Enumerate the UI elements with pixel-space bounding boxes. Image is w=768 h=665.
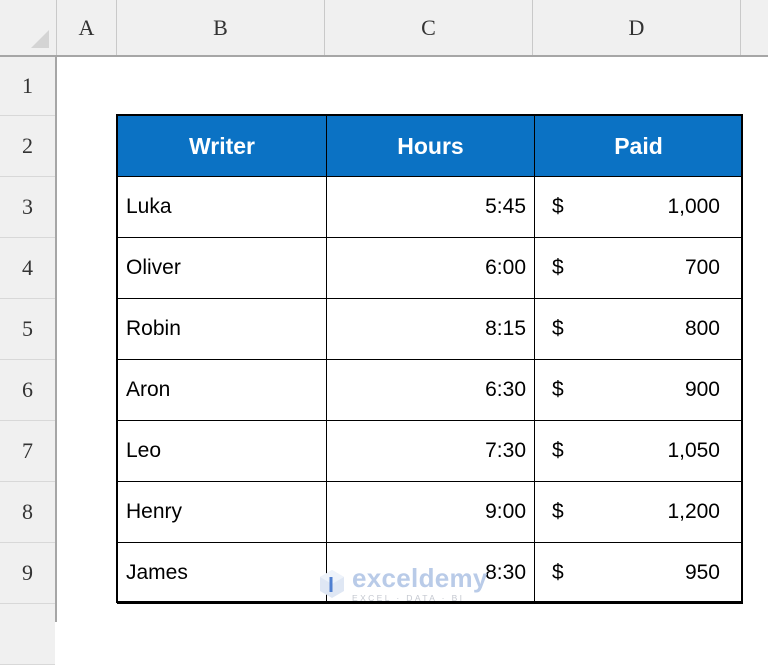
- row-header-10[interactable]: [0, 604, 55, 665]
- cell-paid[interactable]: $1,200: [534, 481, 743, 543]
- column-header-paid[interactable]: Paid: [534, 115, 743, 177]
- column-header-a[interactable]: A: [57, 0, 117, 55]
- cell-paid[interactable]: $1,050: [534, 420, 743, 482]
- row-header-6-label: 6: [22, 377, 33, 402]
- cell-paid[interactable]: $900: [534, 359, 743, 421]
- paid-amount: 950: [684, 561, 720, 584]
- cell-hours[interactable]: 7:30: [326, 420, 535, 482]
- currency-symbol: $: [552, 439, 564, 462]
- paid-value-wrapper: $700: [543, 239, 734, 298]
- row-header-2-label: 2: [22, 133, 33, 158]
- row-header-9[interactable]: 9: [0, 543, 55, 604]
- cell-hours[interactable]: 6:00: [326, 237, 535, 299]
- cell-paid[interactable]: $1,000: [534, 176, 743, 238]
- row-header-6[interactable]: 6: [0, 360, 55, 421]
- table-row: Oliver 6:00 $700: [117, 237, 743, 299]
- row-header-3-label: 3: [22, 194, 33, 219]
- cell-writer[interactable]: Robin: [117, 298, 327, 360]
- select-all-triangle-icon: [31, 30, 49, 48]
- row-header-4-label: 4: [22, 255, 33, 280]
- paid-value-wrapper: $950: [543, 544, 734, 603]
- cell-hours[interactable]: 9:00: [326, 481, 535, 543]
- column-header-a-label: A: [78, 14, 95, 40]
- table-header: Writer Hours Paid: [117, 115, 743, 177]
- spreadsheet-sheet: exceldemy EXCEL · DATA · BI A B C D 1 2 …: [0, 0, 768, 665]
- cell-paid[interactable]: $800: [534, 298, 743, 360]
- paid-amount: 1,050: [667, 439, 720, 462]
- cell-writer[interactable]: Aron: [117, 359, 327, 421]
- cell-writer[interactable]: Henry: [117, 481, 327, 543]
- column-header-b[interactable]: B: [117, 0, 325, 55]
- table-header-row: Writer Hours Paid: [117, 115, 743, 177]
- row-header-7-label: 7: [22, 438, 33, 463]
- row-header-1-label: 1: [22, 73, 33, 98]
- cell-writer[interactable]: Luka: [117, 176, 327, 238]
- currency-symbol: $: [552, 378, 564, 401]
- table-body: Luka 5:45 $1,000 Oliver 6:00 $700 Robin 8:15 $80…: [117, 176, 743, 604]
- cell-hours[interactable]: 5:45: [326, 176, 535, 238]
- row-header-7[interactable]: 7: [0, 421, 55, 482]
- column-header-d[interactable]: D: [533, 0, 741, 55]
- currency-symbol: $: [552, 500, 564, 523]
- paid-value-wrapper: $1,000: [543, 178, 734, 237]
- cell-hours[interactable]: 8:30: [326, 542, 535, 604]
- table-row: James 8:30 $950: [117, 542, 743, 604]
- row-header-3[interactable]: 3: [0, 177, 55, 238]
- paid-amount: 700: [684, 256, 720, 279]
- currency-symbol: $: [552, 561, 564, 584]
- column-header-b-label: B: [213, 14, 228, 40]
- row-header-5[interactable]: 5: [0, 299, 55, 360]
- row-header-8[interactable]: 8: [0, 482, 55, 543]
- cell-writer[interactable]: James: [117, 542, 327, 604]
- table-row: Robin 8:15 $800: [117, 298, 743, 360]
- row-header-4[interactable]: 4: [0, 238, 55, 299]
- paid-value-wrapper: $1,050: [543, 422, 734, 481]
- paid-value-wrapper: $900: [543, 361, 734, 420]
- cell-hours[interactable]: 6:30: [326, 359, 535, 421]
- column-header-c[interactable]: C: [325, 0, 533, 55]
- table-row: Leo 7:30 $1,050: [117, 420, 743, 482]
- column-header-strip: A B C D: [0, 0, 768, 57]
- cell-paid[interactable]: $700: [534, 237, 743, 299]
- grid-canvas[interactable]: Writer Hours Paid Luka 5:45 $1,000 Oliver 6:…: [59, 59, 768, 622]
- table-row: Luka 5:45 $1,000: [117, 176, 743, 238]
- cell-hours[interactable]: 8:15: [326, 298, 535, 360]
- row-header-9-label: 9: [22, 560, 33, 585]
- paid-amount: 1,200: [667, 500, 720, 523]
- table-row: Aron 6:30 $900: [117, 359, 743, 421]
- column-header-d-label: D: [628, 14, 645, 40]
- column-header-e[interactable]: [741, 0, 768, 55]
- row-header-8-label: 8: [22, 499, 33, 524]
- paid-value-wrapper: $800: [543, 300, 734, 359]
- paid-value-wrapper: $1,200: [543, 483, 734, 542]
- row-header-5-label: 5: [22, 316, 33, 341]
- select-all-corner[interactable]: [0, 0, 57, 55]
- paid-amount: 1,000: [667, 195, 720, 218]
- cell-paid[interactable]: $950: [534, 542, 743, 604]
- currency-symbol: $: [552, 317, 564, 340]
- paid-amount: 800: [684, 317, 720, 340]
- paid-amount: 900: [684, 378, 720, 401]
- writers-payment-table: Writer Hours Paid Luka 5:45 $1,000 Oliver 6:…: [117, 115, 743, 604]
- column-header-c-label: C: [421, 14, 436, 40]
- cell-writer[interactable]: Leo: [117, 420, 327, 482]
- currency-symbol: $: [552, 256, 564, 279]
- column-header-writer[interactable]: Writer: [117, 115, 327, 177]
- column-header-hours[interactable]: Hours: [326, 115, 535, 177]
- cell-writer[interactable]: Oliver: [117, 237, 327, 299]
- currency-symbol: $: [552, 195, 564, 218]
- table-row: Henry 9:00 $1,200: [117, 481, 743, 543]
- row-header-2[interactable]: 2: [0, 116, 55, 177]
- row-header-gutter: 1 2 3 4 5 6 7 8 9: [0, 57, 57, 665]
- row-header-1[interactable]: 1: [0, 57, 55, 116]
